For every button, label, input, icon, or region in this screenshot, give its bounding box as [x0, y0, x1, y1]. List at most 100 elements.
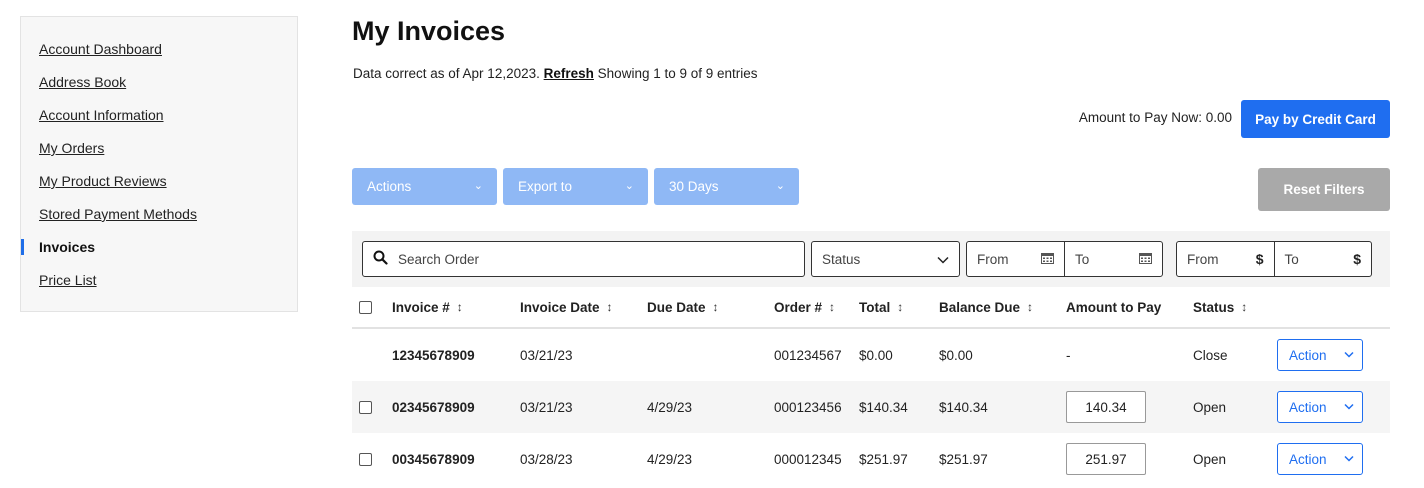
sidebar-item-account-information[interactable]: Account Information — [21, 105, 297, 138]
sidebar-item-account-dashboard[interactable]: Account Dashboard — [21, 39, 297, 72]
sort-icon: ↕ — [829, 300, 836, 314]
amount-to-input[interactable]: To $ — [1273, 242, 1372, 276]
header-order[interactable]: Order # ↕ — [774, 300, 835, 315]
sidebar-link[interactable]: My Product Reviews — [39, 173, 167, 189]
header-amount-label: Amount to Pay — [1066, 299, 1162, 315]
row-checkbox[interactable] — [359, 452, 372, 466]
sidebar-link[interactable]: Stored Payment Methods — [39, 206, 197, 222]
header-invoice[interactable]: Invoice # ↕ — [392, 300, 463, 315]
invoice-date: 03/28/23 — [520, 451, 573, 467]
chevron-down-icon — [1344, 402, 1354, 413]
invoice-number[interactable]: 02345678909 — [392, 400, 475, 415]
export-dropdown[interactable]: Export to ⌄ — [503, 168, 648, 205]
header-due-date[interactable]: Due Date ↕ — [647, 300, 719, 315]
header-total[interactable]: Total ↕ — [859, 300, 903, 315]
sidebar-item-price-list[interactable]: Price List — [21, 270, 297, 303]
header-due-date-label: Due Date — [647, 299, 706, 315]
date-range-dropdown[interactable]: 30 Days ⌄ — [654, 168, 799, 205]
invoice-number[interactable]: 12345678909 — [392, 348, 475, 363]
date-to-placeholder: To — [1075, 251, 1090, 267]
calendar-icon — [1041, 252, 1054, 267]
account-sidebar: Account Dashboard Address Book Account I… — [20, 16, 298, 312]
header-order-label: Order # — [774, 299, 823, 315]
amount-to-pay-now: Amount to Pay Now: 0.00 — [1078, 110, 1232, 125]
chevron-down-icon: ⌄ — [775, 180, 785, 192]
sidebar-item-invoices: Invoices — [21, 237, 297, 270]
actions-dropdown-label: Actions — [367, 179, 412, 194]
row-action-label: Action — [1289, 347, 1327, 363]
amount-to-placeholder: To — [1284, 251, 1299, 267]
amount-from-input[interactable]: From $ — [1177, 242, 1274, 276]
sidebar-link[interactable]: Account Information — [39, 107, 164, 123]
status-select-label: Status — [822, 251, 861, 267]
due-date: 4/29/23 — [647, 399, 693, 415]
balance-due: $0.00 — [939, 347, 973, 363]
status-select[interactable]: Status — [811, 241, 960, 277]
due-date: 4/29/23 — [647, 451, 693, 467]
dollar-icon: $ — [1255, 251, 1264, 267]
pay-by-credit-card-button[interactable]: Pay by Credit Card — [1241, 100, 1390, 138]
balance-due: $251.97 — [939, 451, 988, 467]
data-note: Data correct as of Apr 12,2023. — [353, 66, 540, 81]
header-status[interactable]: Status ↕ — [1193, 300, 1247, 315]
date-from-input[interactable]: From — [967, 242, 1064, 276]
row-action-dropdown[interactable]: Action — [1277, 443, 1363, 475]
sidebar-item-stored-payment-methods[interactable]: Stored Payment Methods — [21, 204, 297, 237]
row-action-dropdown[interactable]: Action — [1277, 391, 1363, 423]
sort-icon: ↕ — [456, 300, 463, 314]
chevron-down-icon — [1344, 454, 1354, 465]
amount-range-filter: From $ To $ — [1176, 241, 1372, 277]
row-action-label: Action — [1289, 399, 1327, 415]
header-status-label: Status — [1193, 299, 1235, 315]
refresh-link[interactable]: Refresh — [544, 66, 594, 81]
select-all-checkbox[interactable] — [359, 300, 372, 314]
sidebar-item-my-product-reviews[interactable]: My Product Reviews — [21, 171, 297, 204]
chevron-down-icon — [1344, 350, 1354, 361]
table-row: 02345678909 03/21/23 4/29/23 000123456 $… — [352, 381, 1390, 433]
order-number: 000012345 — [774, 451, 842, 467]
search-placeholder: Search Order — [398, 251, 480, 267]
date-from-placeholder: From — [977, 251, 1009, 267]
amount-to-pay: - — [1066, 347, 1071, 363]
row-checkbox[interactable] — [359, 400, 372, 414]
sidebar-item-address-book[interactable]: Address Book — [21, 72, 297, 105]
dollar-icon: $ — [1353, 251, 1361, 267]
row-action-label: Action — [1289, 451, 1327, 467]
chevron-down-icon: ⌄ — [624, 180, 634, 192]
header-amount-to-pay: Amount to Pay — [1066, 300, 1161, 315]
header-balance-due[interactable]: Balance Due ↕ — [939, 300, 1033, 315]
header-invoice-date[interactable]: Invoice Date ↕ — [520, 300, 613, 315]
amount-to-pay-input[interactable]: 251.97 — [1066, 443, 1146, 475]
table-row: 00345678909 03/28/23 4/29/23 000012345 $… — [352, 433, 1390, 485]
status-text: Open — [1193, 451, 1227, 467]
header-invoice-date-label: Invoice Date — [520, 299, 600, 315]
sidebar-link[interactable]: Price List — [39, 272, 97, 288]
table-row: 12345678909 03/21/23 001234567 $0.00 $0.… — [352, 329, 1390, 381]
sidebar-item-my-orders[interactable]: My Orders — [21, 138, 297, 171]
date-to-input[interactable]: To — [1064, 242, 1162, 276]
sidebar-link[interactable]: Account Dashboard — [39, 41, 162, 57]
search-input[interactable]: Search Order — [362, 241, 805, 277]
chevron-down-icon: ⌄ — [473, 180, 483, 192]
actions-dropdown[interactable]: Actions ⌄ — [352, 168, 497, 205]
status-text: Open — [1193, 399, 1227, 415]
order-number: 000123456 — [774, 399, 842, 415]
invoice-number[interactable]: 00345678909 — [392, 452, 475, 467]
sidebar-link-active: Invoices — [39, 239, 96, 255]
sidebar-link[interactable]: My Orders — [39, 140, 104, 156]
status-text: Close — [1193, 347, 1228, 363]
sort-icon: ↕ — [606, 300, 613, 314]
amount-to-pay-input[interactable]: 140.34 — [1066, 391, 1146, 423]
data-status-line: Data correct as of Apr 12,2023. Refresh … — [353, 66, 758, 81]
reset-filters-button[interactable]: Reset Filters — [1258, 168, 1390, 211]
sidebar-link[interactable]: Address Book — [39, 74, 126, 90]
page-title: My Invoices — [352, 16, 506, 46]
sort-icon: ↕ — [712, 300, 719, 314]
chevron-down-icon — [937, 252, 949, 267]
row-action-dropdown[interactable]: Action — [1277, 339, 1363, 371]
sort-icon: ↕ — [897, 300, 904, 314]
calendar-icon — [1139, 252, 1152, 267]
search-icon — [373, 250, 388, 269]
sort-icon: ↕ — [1027, 300, 1034, 314]
total: $251.97 — [859, 451, 908, 467]
